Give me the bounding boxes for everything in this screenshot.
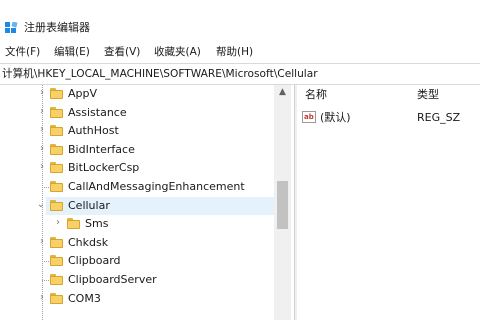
tree-guide-line (42, 261, 49, 263)
chevron-right-icon[interactable]: › (53, 218, 63, 228)
menu-bar: 文件(F) 编辑(E) 查看(V) 收藏夹(A) 帮助(H) (0, 44, 480, 60)
folder-icon (50, 125, 63, 137)
folder-icon (50, 255, 63, 267)
folder-icon (50, 292, 63, 304)
string-value-icon: ab (302, 111, 316, 123)
tree-item-appv[interactable]: › AppV (0, 85, 274, 104)
title-bar[interactable]: 注册表编辑器 (0, 0, 480, 38)
tree-item-label: BitLockerCsp (68, 161, 140, 175)
menu-favorites[interactable]: 收藏夹(A) (154, 45, 201, 59)
menu-help[interactable]: 帮助(H) (216, 45, 253, 59)
tree-item-label: BidInterface (68, 142, 135, 156)
menu-view[interactable]: 查看(V) (104, 45, 140, 59)
chevron-right-icon[interactable]: › (37, 162, 47, 172)
folder-icon (50, 162, 63, 174)
key-tree[interactable]: › AppV › Assistance › AuthHost › BidInte… (0, 85, 274, 320)
tree-item-label: AuthHost (68, 124, 119, 138)
tree-item-com3[interactable]: › COM3 (0, 290, 274, 309)
tree-item-label: AppV (68, 87, 98, 100)
tree-item-label: CallAndMessagingEnhancement (68, 180, 245, 193)
scroll-up-arrow-icon[interactable]: ▲ (274, 85, 291, 99)
chevron-right-icon[interactable]: › (37, 143, 47, 154)
open-folder-icon (50, 199, 63, 211)
column-header-name[interactable]: 名称 (305, 88, 327, 102)
value-name: (默认) (320, 111, 351, 124)
value-row[interactable]: ab (默认) REG_SZ (297, 109, 480, 127)
tree-item-label: Sms (85, 217, 109, 231)
chevron-right-icon[interactable]: › (37, 106, 47, 117)
tree-item-label: Chkdsk (68, 235, 109, 249)
window-title: 注册表编辑器 (24, 21, 90, 34)
tree-item-authhost[interactable]: › AuthHost (0, 122, 274, 141)
tree-item-chkdsk[interactable]: › Chkdsk (0, 234, 274, 253)
value-type: REG_SZ (417, 111, 461, 124)
folder-icon (50, 106, 63, 118)
chevron-right-icon[interactable]: › (37, 292, 47, 303)
tree-item-clipboard[interactable]: Clipboard (0, 252, 274, 271)
folder-icon (50, 181, 63, 192)
chevron-down-icon[interactable]: ⌄ (36, 199, 46, 210)
tree-guide-line (42, 187, 49, 188)
folder-icon (50, 143, 63, 155)
tree-item-label: COM3 (68, 291, 101, 305)
tree-guide-line (42, 280, 49, 281)
menu-file[interactable]: 文件(F) (5, 45, 40, 59)
column-header-type[interactable]: 类型 (417, 88, 439, 102)
folder-icon (50, 274, 63, 285)
tree-item-label: Cellular (68, 198, 110, 212)
tree-item-label: Clipboard (68, 254, 121, 268)
values-list[interactable]: 名称 类型 ab (默认) REG_SZ (297, 85, 480, 320)
tree-item-bidinterface[interactable]: › BidInterface (0, 141, 274, 160)
folder-icon (67, 218, 80, 230)
menu-edit[interactable]: 编辑(E) (54, 45, 90, 59)
tree-item-label: Assistance (68, 105, 127, 119)
tree-item-clipboardserver[interactable]: ClipboardServer (0, 271, 274, 290)
address-bar[interactable]: 计算机\HKEY_LOCAL_MACHINE\SOFTWARE\Microsof… (0, 63, 480, 85)
folder-icon (50, 236, 63, 248)
tree-scrollbar[interactable]: ▲ (274, 85, 291, 320)
tree-item-cellular[interactable]: ⌄ Cellular (37, 196, 274, 216)
registry-editor-icon (5, 22, 18, 33)
chevron-right-icon[interactable]: › (37, 125, 47, 135)
tree-item-label: ClipboardServer (68, 273, 157, 286)
address-path[interactable]: 计算机\HKEY_LOCAL_MACHINE\SOFTWARE\Microsof… (2, 67, 318, 81)
tree-item-callandmessagingenhancement[interactable]: CallAndMessagingEnhancement (0, 178, 274, 197)
chevron-right-icon[interactable]: › (37, 88, 47, 98)
chevron-right-icon[interactable]: › (37, 236, 47, 247)
scroll-thumb[interactable] (277, 181, 288, 229)
tree-item-sms[interactable]: › Sms (0, 215, 274, 234)
tree-item-bitlockercsp[interactable]: › BitLockerCsp (0, 159, 274, 178)
tree-item-assistance[interactable]: › Assistance (0, 104, 274, 123)
folder-icon (50, 88, 63, 99)
